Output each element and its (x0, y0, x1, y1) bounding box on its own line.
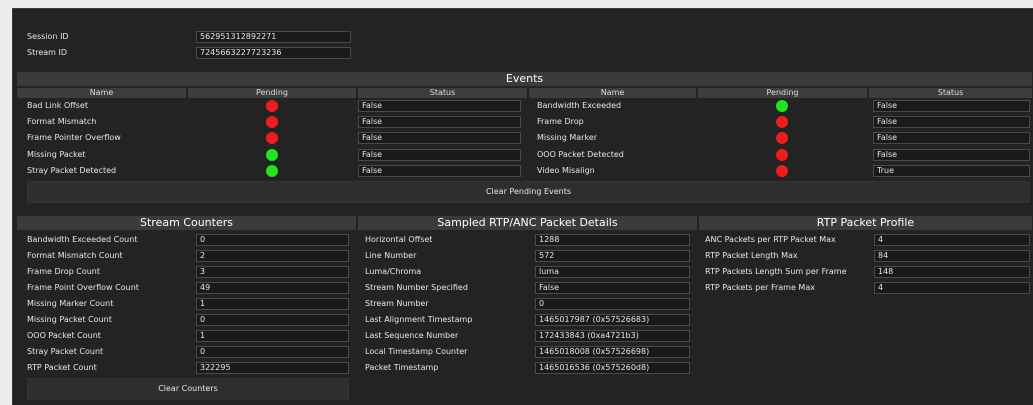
detail-value-field[interactable]: luma (535, 266, 690, 278)
session-id-field[interactable]: 562951312892271 (196, 31, 351, 43)
event-status-field[interactable]: False (358, 165, 521, 177)
event-status-field[interactable]: False (358, 116, 521, 128)
detail-label: Luma/Chroma (365, 267, 422, 276)
detail-value-field[interactable]: 0 (535, 298, 690, 310)
session-id-label: Session ID (27, 32, 69, 41)
event-name: Video Misalign (537, 166, 595, 175)
detail-label: Stream Number Specified (365, 283, 468, 292)
events-col-name-right: Name (529, 88, 697, 98)
counter-label: RTP Packet Count (27, 363, 97, 372)
rtp-profile-title: RTP Packet Profile (699, 216, 1032, 230)
event-name: Bad Link Offset (27, 101, 88, 110)
counter-label: Missing Packet Count (27, 315, 112, 324)
counter-label: Format Mismatch Count (27, 251, 123, 260)
clear-counters-button[interactable]: Clear Counters (27, 378, 349, 400)
profile-label: ANC Packets per RTP Packet Max (705, 235, 836, 244)
pending-indicator-icon (776, 149, 788, 161)
counter-label: Bandwidth Exceeded Count (27, 235, 138, 244)
event-name: OOO Packet Detected (537, 150, 624, 159)
events-col-name-left: Name (17, 88, 187, 98)
events-col-pending-left: Pending (188, 88, 357, 98)
detail-label: Line Number (365, 251, 417, 260)
event-name: Missing Marker (537, 133, 598, 142)
counter-label: OOO Packet Count (27, 331, 101, 340)
profile-value-field[interactable]: 4 (874, 234, 1030, 246)
counter-value-field[interactable]: 3 (196, 266, 349, 278)
stream-counters-title: Stream Counters (17, 216, 356, 230)
detail-value-field[interactable]: 1465017987 (0x57526683) (535, 314, 690, 326)
detail-value-field[interactable]: 1288 (535, 234, 690, 246)
counter-value-field[interactable]: 322295 (196, 362, 349, 374)
detail-label: Local Timestamp Counter (365, 347, 468, 356)
stream-id-field[interactable]: 7245663227723236 (196, 47, 351, 59)
pending-indicator-icon (266, 116, 278, 128)
profile-label: RTP Packets per Frame Max (705, 283, 815, 292)
event-status-field[interactable]: False (358, 100, 521, 112)
detail-label: Horizontal Offset (365, 235, 433, 244)
pending-indicator-icon (776, 116, 788, 128)
event-status-field[interactable]: False (873, 116, 1030, 128)
counter-label: Frame Drop Count (27, 267, 101, 276)
detail-label: Last Sequence Number (365, 331, 459, 340)
sampled-details-title: Sampled RTP/ANC Packet Details (358, 216, 697, 230)
event-name: Missing Packet (27, 150, 86, 159)
main-panel: Session ID 562951312892271 Stream ID 724… (12, 8, 1033, 405)
detail-label: Packet Timestamp (365, 363, 439, 372)
counter-value-field[interactable]: 0 (196, 346, 349, 358)
counter-label: Frame Point Overflow Count (27, 283, 139, 292)
counter-value-field[interactable]: 0 (196, 314, 349, 326)
profile-value-field[interactable]: 148 (874, 266, 1030, 278)
counter-value-field[interactable]: 1 (196, 330, 349, 342)
counter-value-field[interactable]: 1 (196, 298, 349, 310)
event-name: Bandwidth Exceeded (537, 101, 622, 110)
detail-value-field[interactable]: 572 (535, 250, 690, 262)
pending-indicator-icon (266, 132, 278, 144)
events-col-status-right: Status (869, 88, 1032, 98)
events-col-status-left: Status (358, 88, 528, 98)
event-status-field[interactable]: False (358, 149, 521, 161)
detail-label: Stream Number (365, 299, 429, 308)
pending-indicator-icon (266, 100, 278, 112)
event-status-field[interactable]: False (873, 149, 1030, 161)
profile-value-field[interactable]: 4 (874, 282, 1030, 294)
event-status-field[interactable]: False (873, 100, 1030, 112)
detail-value-field[interactable]: 172433843 (0xa4721b3) (535, 330, 690, 342)
event-name: Frame Pointer Overflow (27, 133, 121, 142)
detail-value-field[interactable]: False (535, 282, 690, 294)
pending-indicator-icon (776, 132, 788, 144)
profile-value-field[interactable]: 84 (874, 250, 1030, 262)
profile-label: RTP Packets Length Sum per Frame (705, 267, 847, 276)
profile-label: RTP Packet Length Max (705, 251, 798, 260)
event-status-field[interactable]: False (873, 132, 1030, 144)
detail-label: Last Alignment Timestamp (365, 315, 473, 324)
event-name: Format Mismatch (27, 117, 97, 126)
pending-indicator-icon (266, 149, 278, 161)
detail-value-field[interactable]: 1465018008 (0x57526698) (535, 346, 690, 358)
pending-indicator-icon (776, 100, 788, 112)
event-status-field[interactable]: False (358, 132, 521, 144)
stream-id-label: Stream ID (27, 48, 68, 57)
event-name: Stray Packet Detected (27, 166, 117, 175)
counter-label: Stray Packet Count (27, 347, 104, 356)
events-title: Events (17, 72, 1032, 86)
event-status-field[interactable]: True (873, 165, 1030, 177)
event-name: Frame Drop (537, 117, 584, 126)
counter-value-field[interactable]: 0 (196, 234, 349, 246)
pending-indicator-icon (776, 165, 788, 177)
counter-value-field[interactable]: 2 (196, 250, 349, 262)
clear-pending-events-button[interactable]: Clear Pending Events (27, 181, 1030, 203)
events-col-pending-right: Pending (698, 88, 868, 98)
counter-value-field[interactable]: 49 (196, 282, 349, 294)
pending-indicator-icon (266, 165, 278, 177)
counter-label: Missing Marker Count (27, 299, 114, 308)
detail-value-field[interactable]: 1465016536 (0x575260d8) (535, 362, 690, 374)
